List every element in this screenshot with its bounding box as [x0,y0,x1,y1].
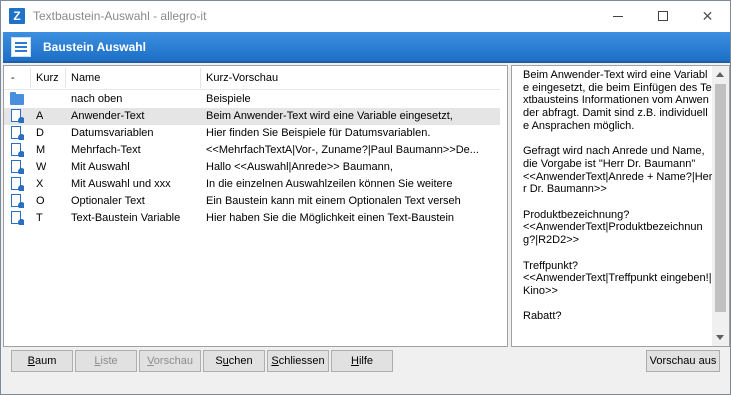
list-item-preview: Beispiele [206,93,251,105]
text-module-icon [10,211,24,225]
list-item-kurz: D [36,127,44,139]
list-item[interactable]: D Datumsvariablen Hier finden Sie Beispiel… [4,125,500,142]
list-item-kurz: T [36,212,43,224]
scrollbar-thumb[interactable] [715,84,726,312]
liste-button[interactable]: Liste [75,350,137,372]
text-module-icon [10,194,24,208]
folder-icon [10,92,24,106]
list-item-kurz: A [36,110,44,122]
text-module-list[interactable]: - Kurz Name Kurz-Vorschau nach oben Beisp… [3,65,508,347]
list-item-preview: Hier haben Sie die Möglichkeit einen Tex… [206,212,455,224]
close-button[interactable]: ✕ [685,1,730,31]
list-item-kurz: X [36,178,44,190]
column-header-kurz[interactable]: Kurz [36,72,59,84]
column-header-name[interactable]: Name [71,72,100,84]
list-item-preview: Hier finden Sie Beispiele für Datumsvari… [206,127,431,139]
section-header: Baustein Auswahl [3,32,730,63]
list-item-preview: Ein Baustein kann mit einem Optionalen T… [206,195,461,207]
scroll-up-icon[interactable] [716,72,724,77]
preview-text: Beim Anwender-Text wird eine Variable ei… [523,69,713,323]
baum-button[interactable]: Baum [11,350,73,372]
maximize-icon [657,11,668,21]
list-item-name: Mit Auswahl [71,161,130,173]
minimize-button[interactable] [595,1,640,31]
list-item[interactable]: T Text-Baustein Variable Hier haben Sie di… [4,210,500,227]
list-item-name: Mehrfach-Text [71,144,141,156]
scroll-down-icon[interactable] [716,335,724,340]
text-list-icon [11,37,31,57]
list-header: - Kurz Name Kurz-Vorschau [4,66,500,90]
minimize-icon [612,15,623,17]
list-item-name: nach oben [71,93,123,105]
text-module-icon [10,126,24,140]
list-item-kurz: M [36,144,46,156]
vorschau-aus-button[interactable]: Vorschau aus [646,350,720,372]
list-item-name: Datumsvariablen [71,127,154,139]
hilfe-button[interactable]: Hilfe [331,350,393,372]
schliessen-button[interactable]: Schliessen [267,350,329,372]
list-item[interactable]: W Mit Auswahl Hallo <<Auswahl|Anrede>> Bau… [4,159,500,176]
close-icon: ✕ [701,7,714,24]
preview-scrollbar[interactable] [712,66,729,346]
window-title: Textbaustein-Auswahl - allegro-it [33,9,207,23]
list-item-preview: Beim Anwender-Text wird eine Variable ei… [206,110,453,122]
list-item-preview: <<MehrfachTextA|Vor-, Zuname?|Paul Bauma… [206,144,479,156]
list-item-preview: In die einzelnen Auswahlzeilen können Si… [206,178,453,190]
title-bar[interactable]: Z Textbaustein-Auswahl - allegro-it ✕ [1,1,730,32]
list-item-name: Optionaler Text [71,195,145,207]
text-module-icon [10,160,24,174]
vorschau-button[interactable]: Vorschau [139,350,201,372]
app-logo-icon: Z [9,8,25,24]
list-item-name: Mit Auswahl und xxx [71,178,171,190]
list-item[interactable]: A Anwender-Text Beim Anwender-Text wird ei… [4,108,500,125]
list-item-kurz: O [36,195,45,207]
column-header-kurz-vorschau[interactable]: Kurz-Vorschau [206,72,278,84]
section-title: Baustein Auswahl [43,40,146,54]
list-item-kurz: W [36,161,47,173]
preview-pane[interactable]: Beim Anwender-Text wird eine Variable ei… [511,65,730,347]
list-item[interactable]: X Mit Auswahl und xxx In die einzelnen Aus… [4,176,500,193]
list-item-name: Text-Baustein Variable [71,212,181,224]
text-module-icon [10,177,24,191]
suchen-button[interactable]: Suchen [203,350,265,372]
column-header-marker[interactable]: - [11,72,15,84]
list-item[interactable]: O Optionaler Text Ein Baustein kann mit ei… [4,193,500,210]
text-module-icon [10,143,24,157]
list-item-preview: Hallo <<Auswahl|Anrede>> Baumann, [206,161,393,173]
list-item[interactable]: M Mehrfach-Text <<MehrfachTextA|Vor-, Zuna… [4,142,500,159]
maximize-button[interactable] [640,1,685,31]
list-item-name: Anwender-Text [71,110,145,122]
app-window: Z Textbaustein-Auswahl - allegro-it ✕ Ba… [0,0,731,395]
text-module-icon [10,109,24,123]
list-item[interactable]: nach oben Beispiele [4,91,500,108]
